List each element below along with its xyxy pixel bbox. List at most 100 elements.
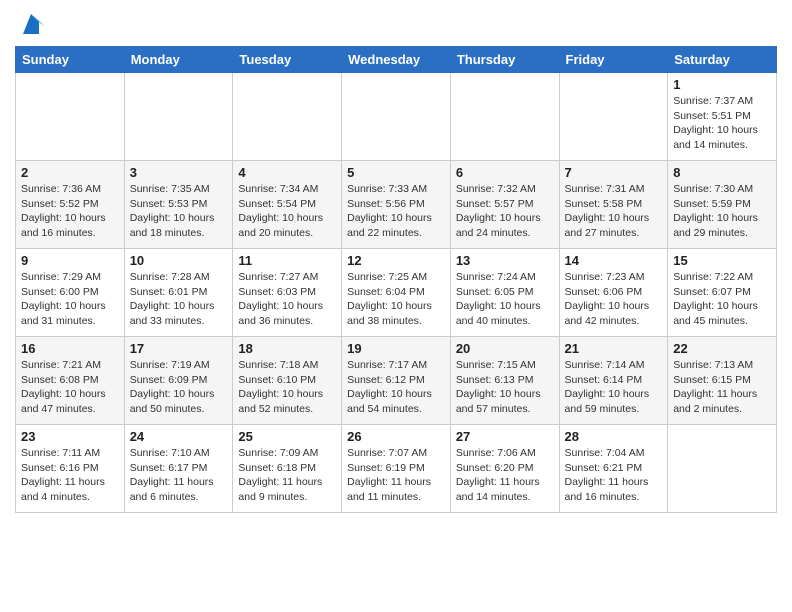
day-number: 11 xyxy=(238,253,336,268)
day-info: Sunrise: 7:36 AM Sunset: 5:52 PM Dayligh… xyxy=(21,182,119,241)
weekday-header-tuesday: Tuesday xyxy=(233,47,342,73)
day-info: Sunrise: 7:35 AM Sunset: 5:53 PM Dayligh… xyxy=(130,182,228,241)
calendar-cell: 26 Sunrise: 7:07 AM Sunset: 6:19 PM Dayli… xyxy=(342,425,451,513)
day-info: Sunrise: 7:27 AM Sunset: 6:03 PM Dayligh… xyxy=(238,270,336,329)
calendar-cell xyxy=(668,425,777,513)
calendar-week-row: 1Sunrise: 7:37 AM Sunset: 5:51 PM Daylig… xyxy=(16,73,777,161)
calendar-cell: 12 Sunrise: 7:25 AM Sunset: 6:04 PM Dayli… xyxy=(342,249,451,337)
calendar-cell: 21 Sunrise: 7:14 AM Sunset: 6:14 PM Dayli… xyxy=(559,337,668,425)
calendar-cell: 16 Sunrise: 7:21 AM Sunset: 6:08 PM Dayli… xyxy=(16,337,125,425)
day-info: Sunrise: 7:09 AM Sunset: 6:18 PM Dayligh… xyxy=(238,446,336,505)
day-number: 25 xyxy=(238,429,336,444)
day-number: 28 xyxy=(565,429,663,444)
day-info: Sunrise: 7:21 AM Sunset: 6:08 PM Dayligh… xyxy=(21,358,119,417)
calendar-cell: 2 Sunrise: 7:36 AM Sunset: 5:52 PM Daylig… xyxy=(16,161,125,249)
calendar-cell: 18 Sunrise: 7:18 AM Sunset: 6:10 PM Dayli… xyxy=(233,337,342,425)
weekday-header-sunday: Sunday xyxy=(16,47,125,73)
day-number: 5 xyxy=(347,165,445,180)
day-number: 4 xyxy=(238,165,336,180)
calendar-cell xyxy=(342,73,451,161)
calendar-cell: 20 Sunrise: 7:15 AM Sunset: 6:13 PM Dayli… xyxy=(450,337,559,425)
day-number: 7 xyxy=(565,165,663,180)
calendar-cell xyxy=(124,73,233,161)
day-info: Sunrise: 7:32 AM Sunset: 5:57 PM Dayligh… xyxy=(456,182,554,241)
day-number: 3 xyxy=(130,165,228,180)
calendar-cell: 3 Sunrise: 7:35 AM Sunset: 5:53 PM Daylig… xyxy=(124,161,233,249)
day-info: Sunrise: 7:31 AM Sunset: 5:58 PM Dayligh… xyxy=(565,182,663,241)
day-info: Sunrise: 7:11 AM Sunset: 6:16 PM Dayligh… xyxy=(21,446,119,505)
calendar-week-row: 23 Sunrise: 7:11 AM Sunset: 6:16 PM Dayli… xyxy=(16,425,777,513)
calendar-cell: 8 Sunrise: 7:30 AM Sunset: 5:59 PM Daylig… xyxy=(668,161,777,249)
calendar-cell: 23 Sunrise: 7:11 AM Sunset: 6:16 PM Dayli… xyxy=(16,425,125,513)
day-info: Sunrise: 7:22 AM Sunset: 6:07 PM Dayligh… xyxy=(673,270,771,329)
calendar-cell: 6 Sunrise: 7:32 AM Sunset: 5:57 PM Daylig… xyxy=(450,161,559,249)
day-number: 23 xyxy=(21,429,119,444)
calendar-cell: 27Sunrise: 7:06 AM Sunset: 6:20 PM Dayli… xyxy=(450,425,559,513)
weekday-header-wednesday: Wednesday xyxy=(342,47,451,73)
calendar-cell: 9 Sunrise: 7:29 AM Sunset: 6:00 PM Daylig… xyxy=(16,249,125,337)
day-number: 15 xyxy=(673,253,771,268)
calendar-cell: 1Sunrise: 7:37 AM Sunset: 5:51 PM Daylig… xyxy=(668,73,777,161)
day-info: Sunrise: 7:17 AM Sunset: 6:12 PM Dayligh… xyxy=(347,358,445,417)
calendar-cell xyxy=(450,73,559,161)
logo-icon xyxy=(17,12,45,40)
day-number: 17 xyxy=(130,341,228,356)
day-number: 20 xyxy=(456,341,554,356)
calendar-cell: 5 Sunrise: 7:33 AM Sunset: 5:56 PM Daylig… xyxy=(342,161,451,249)
day-info: Sunrise: 7:37 AM Sunset: 5:51 PM Dayligh… xyxy=(673,94,771,153)
header xyxy=(15,10,777,40)
day-number: 2 xyxy=(21,165,119,180)
day-number: 24 xyxy=(130,429,228,444)
weekday-header-monday: Monday xyxy=(124,47,233,73)
calendar-cell: 19 Sunrise: 7:17 AM Sunset: 6:12 PM Dayli… xyxy=(342,337,451,425)
day-number: 19 xyxy=(347,341,445,356)
day-info: Sunrise: 7:06 AM Sunset: 6:20 PM Dayligh… xyxy=(456,446,554,505)
calendar-cell: 7 Sunrise: 7:31 AM Sunset: 5:58 PM Daylig… xyxy=(559,161,668,249)
day-number: 8 xyxy=(673,165,771,180)
day-number: 14 xyxy=(565,253,663,268)
day-number: 26 xyxy=(347,429,445,444)
day-info: Sunrise: 7:24 AM Sunset: 6:05 PM Dayligh… xyxy=(456,270,554,329)
calendar-cell: 13 Sunrise: 7:24 AM Sunset: 6:05 PM Dayli… xyxy=(450,249,559,337)
day-info: Sunrise: 7:07 AM Sunset: 6:19 PM Dayligh… xyxy=(347,446,445,505)
day-number: 9 xyxy=(21,253,119,268)
day-info: Sunrise: 7:34 AM Sunset: 5:54 PM Dayligh… xyxy=(238,182,336,241)
day-info: Sunrise: 7:30 AM Sunset: 5:59 PM Dayligh… xyxy=(673,182,771,241)
day-info: Sunrise: 7:29 AM Sunset: 6:00 PM Dayligh… xyxy=(21,270,119,329)
calendar-week-row: 16 Sunrise: 7:21 AM Sunset: 6:08 PM Dayli… xyxy=(16,337,777,425)
day-number: 6 xyxy=(456,165,554,180)
day-info: Sunrise: 7:23 AM Sunset: 6:06 PM Dayligh… xyxy=(565,270,663,329)
day-number: 13 xyxy=(456,253,554,268)
calendar-cell xyxy=(559,73,668,161)
day-info: Sunrise: 7:25 AM Sunset: 6:04 PM Dayligh… xyxy=(347,270,445,329)
day-info: Sunrise: 7:04 AM Sunset: 6:21 PM Dayligh… xyxy=(565,446,663,505)
weekday-header-row: SundayMondayTuesdayWednesdayThursdayFrid… xyxy=(16,47,777,73)
day-info: Sunrise: 7:28 AM Sunset: 6:01 PM Dayligh… xyxy=(130,270,228,329)
calendar-cell: 11 Sunrise: 7:27 AM Sunset: 6:03 PM Dayli… xyxy=(233,249,342,337)
weekday-header-thursday: Thursday xyxy=(450,47,559,73)
day-number: 18 xyxy=(238,341,336,356)
day-number: 21 xyxy=(565,341,663,356)
calendar-cell xyxy=(16,73,125,161)
weekday-header-saturday: Saturday xyxy=(668,47,777,73)
page: SundayMondayTuesdayWednesdayThursdayFrid… xyxy=(0,0,792,523)
day-info: Sunrise: 7:13 AM Sunset: 6:15 PM Dayligh… xyxy=(673,358,771,417)
day-info: Sunrise: 7:10 AM Sunset: 6:17 PM Dayligh… xyxy=(130,446,228,505)
calendar-cell: 28 Sunrise: 7:04 AM Sunset: 6:21 PM Dayli… xyxy=(559,425,668,513)
calendar-cell: 14 Sunrise: 7:23 AM Sunset: 6:06 PM Dayli… xyxy=(559,249,668,337)
day-info: Sunrise: 7:15 AM Sunset: 6:13 PM Dayligh… xyxy=(456,358,554,417)
day-number: 12 xyxy=(347,253,445,268)
day-number: 16 xyxy=(21,341,119,356)
day-number: 10 xyxy=(130,253,228,268)
day-info: Sunrise: 7:14 AM Sunset: 6:14 PM Dayligh… xyxy=(565,358,663,417)
calendar-cell xyxy=(233,73,342,161)
calendar-cell: 17 Sunrise: 7:19 AM Sunset: 6:09 PM Dayli… xyxy=(124,337,233,425)
day-info: Sunrise: 7:19 AM Sunset: 6:09 PM Dayligh… xyxy=(130,358,228,417)
weekday-header-friday: Friday xyxy=(559,47,668,73)
calendar-cell: 10 Sunrise: 7:28 AM Sunset: 6:01 PM Dayli… xyxy=(124,249,233,337)
calendar-cell: 4 Sunrise: 7:34 AM Sunset: 5:54 PM Daylig… xyxy=(233,161,342,249)
calendar-cell: 24 Sunrise: 7:10 AM Sunset: 6:17 PM Dayli… xyxy=(124,425,233,513)
day-info: Sunrise: 7:33 AM Sunset: 5:56 PM Dayligh… xyxy=(347,182,445,241)
calendar-week-row: 2 Sunrise: 7:36 AM Sunset: 5:52 PM Daylig… xyxy=(16,161,777,249)
day-info: Sunrise: 7:18 AM Sunset: 6:10 PM Dayligh… xyxy=(238,358,336,417)
